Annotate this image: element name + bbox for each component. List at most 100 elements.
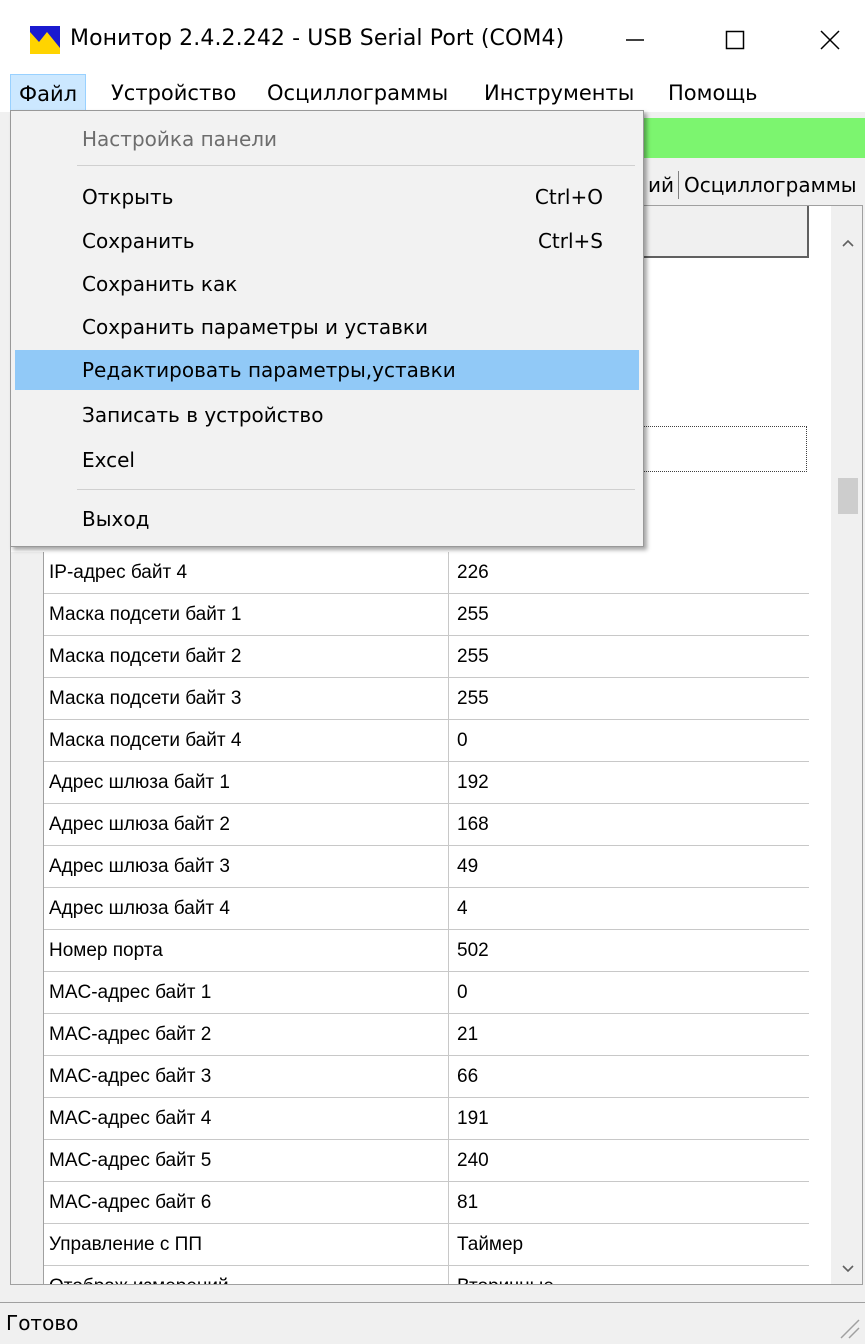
table-row[interactable]: Адрес шлюза байт 3 49 — [11, 846, 809, 888]
param-value[interactable]: 502 — [457, 930, 489, 972]
menu-item-label: Редактировать параметры,уставки — [82, 358, 456, 382]
menu-bar: Файл Устройство Осциллограммы Инструмент… — [0, 74, 865, 112]
row-gutter[interactable] — [11, 846, 44, 888]
table-row[interactable]: MAC-адрес байт 3 66 — [11, 1056, 809, 1098]
table-row[interactable]: MAC-адрес байт 10 — [11, 972, 809, 1014]
table-row[interactable]: Маска подсети байт 40 — [11, 720, 809, 762]
row-gutter[interactable] — [11, 1014, 44, 1056]
row-gutter[interactable] — [11, 720, 44, 762]
param-value[interactable]: 21 — [457, 1014, 478, 1056]
row-gutter[interactable] — [11, 1140, 44, 1182]
table-row[interactable]: Маска подсети байт 2 255 — [11, 636, 809, 678]
table-row[interactable]: MAC-адрес байт 6 81 — [11, 1182, 809, 1224]
param-value[interactable]: 81 — [457, 1182, 478, 1224]
vertical-scrollbar[interactable] — [831, 206, 862, 1284]
param-value[interactable]: 0 — [457, 972, 468, 1014]
table-row[interactable]: MAC-адрес байт 2 21 — [11, 1014, 809, 1056]
param-value[interactable]: 226 — [457, 552, 489, 594]
menu-separator — [77, 489, 635, 490]
menu-item-exit[interactable]: Выход — [15, 499, 639, 539]
row-gutter[interactable] — [11, 1098, 44, 1140]
param-value[interactable]: 191 — [457, 1098, 489, 1140]
param-value[interactable]: 240 — [457, 1140, 489, 1182]
table-row[interactable]: Отображ измерений Вторичные — [11, 1266, 809, 1284]
row-gutter[interactable] — [11, 636, 44, 678]
minimize-button[interactable] — [600, 18, 670, 62]
row-gutter[interactable] — [11, 1182, 44, 1224]
row-gutter[interactable] — [11, 762, 44, 804]
table-row[interactable]: Адрес шлюза байт 2 168 — [11, 804, 809, 846]
param-name: Управление с ПП — [49, 1224, 449, 1266]
param-value[interactable]: 66 — [457, 1056, 478, 1098]
param-value[interactable]: 255 — [457, 678, 489, 720]
menu-item-shortcut: Ctrl+S — [537, 229, 603, 253]
tab-oscillograms[interactable]: Осциллограммы — [684, 173, 857, 197]
maximize-button[interactable] — [700, 18, 770, 62]
tab-separator — [678, 171, 679, 199]
row-gutter[interactable] — [11, 594, 44, 636]
param-value[interactable]: 255 — [457, 594, 489, 636]
param-value[interactable]: 49 — [457, 846, 478, 888]
param-name: MAC-адрес байт 3 — [49, 1056, 449, 1098]
chevron-up-icon — [841, 239, 854, 247]
row-gutter[interactable] — [11, 1266, 44, 1284]
table-row[interactable]: Адрес шлюза байт 44 — [11, 888, 809, 930]
param-value[interactable]: 192 — [457, 762, 489, 804]
row-gutter[interactable] — [11, 1224, 44, 1266]
menu-item-save-params[interactable]: Сохранить параметры и уставки — [15, 307, 639, 347]
menu-item-label: Сохранить — [82, 229, 195, 253]
status-text: Готово — [6, 1311, 79, 1335]
menu-separator — [77, 165, 635, 166]
menu-tools[interactable]: Инструменты — [476, 74, 642, 112]
table-row[interactable]: Адрес шлюза байт 1 192 — [11, 762, 809, 804]
param-name: Номер порта — [49, 930, 449, 972]
row-gutter[interactable] — [11, 552, 44, 594]
table-row[interactable]: Номер порта 502 — [11, 930, 809, 972]
scroll-up-button[interactable] — [831, 228, 862, 258]
menu-file[interactable]: Файл — [10, 74, 87, 112]
table-row[interactable]: IP-адрес байт 4 226 — [11, 552, 809, 594]
param-name: Адрес шлюза байт 2 — [49, 804, 449, 846]
scroll-thumb[interactable] — [838, 478, 858, 514]
menu-help[interactable]: Помощь — [660, 74, 766, 112]
table-row[interactable]: Маска подсети байт 1 255 — [11, 594, 809, 636]
row-gutter[interactable] — [11, 804, 44, 846]
row-gutter[interactable] — [11, 930, 44, 972]
menu-item-save[interactable]: Сохранить Ctrl+S — [15, 221, 639, 261]
table-row[interactable]: Управление с ПП Таймер — [11, 1224, 809, 1266]
resize-grip-icon[interactable] — [835, 1314, 861, 1340]
menu-item-write-device[interactable]: Записать в устройство — [15, 395, 639, 435]
table-row[interactable]: Маска подсети байт 3 255 — [11, 678, 809, 720]
file-menu-dropdown: Настройка панели Открыть Ctrl+O Сохранит… — [10, 110, 644, 547]
param-value[interactable]: Таймер — [457, 1224, 523, 1266]
scroll-down-button[interactable] — [831, 1254, 862, 1284]
menu-item-save-as[interactable]: Сохранить как — [15, 264, 639, 304]
table-row[interactable]: MAC-адрес байт 4 191 — [11, 1098, 809, 1140]
connection-status-bar — [640, 118, 865, 158]
menu-item-open[interactable]: Открыть Ctrl+O — [15, 177, 639, 217]
param-value[interactable]: 0 — [457, 720, 468, 762]
table-row[interactable]: MAC-адрес байт 5 240 — [11, 1140, 809, 1182]
menu-item-label: Сохранить параметры и уставки — [82, 315, 428, 339]
row-gutter[interactable] — [11, 678, 44, 720]
menu-item-panel-settings[interactable]: Настройка панели — [15, 119, 639, 159]
menu-oscillograms[interactable]: Осциллограммы — [259, 74, 456, 112]
row-gutter[interactable] — [11, 888, 44, 930]
param-name: Отображ измерений — [49, 1266, 449, 1284]
param-value[interactable]: Вторичные — [457, 1266, 554, 1284]
param-value[interactable]: 168 — [457, 804, 489, 846]
menu-item-edit-params[interactable]: Редактировать параметры,уставки — [15, 350, 639, 390]
param-name: MAC-адрес байт 1 — [49, 972, 449, 1014]
param-name: IP-адрес байт 4 — [49, 552, 449, 594]
tab-partial[interactable]: ий — [648, 173, 674, 197]
param-name: Маска подсети байт 1 — [49, 594, 449, 636]
param-value[interactable]: 4 — [457, 888, 468, 930]
title-bar[interactable]: Монитор 2.4.2.242 - USB Serial Port (COM… — [0, 0, 865, 80]
row-gutter[interactable] — [11, 1056, 44, 1098]
close-button[interactable] — [795, 18, 865, 62]
param-value[interactable]: 255 — [457, 636, 489, 678]
menu-item-excel[interactable]: Excel — [15, 440, 639, 480]
param-name: MAC-адрес байт 5 — [49, 1140, 449, 1182]
menu-device[interactable]: Устройство — [103, 74, 244, 112]
row-gutter[interactable] — [11, 972, 44, 1014]
